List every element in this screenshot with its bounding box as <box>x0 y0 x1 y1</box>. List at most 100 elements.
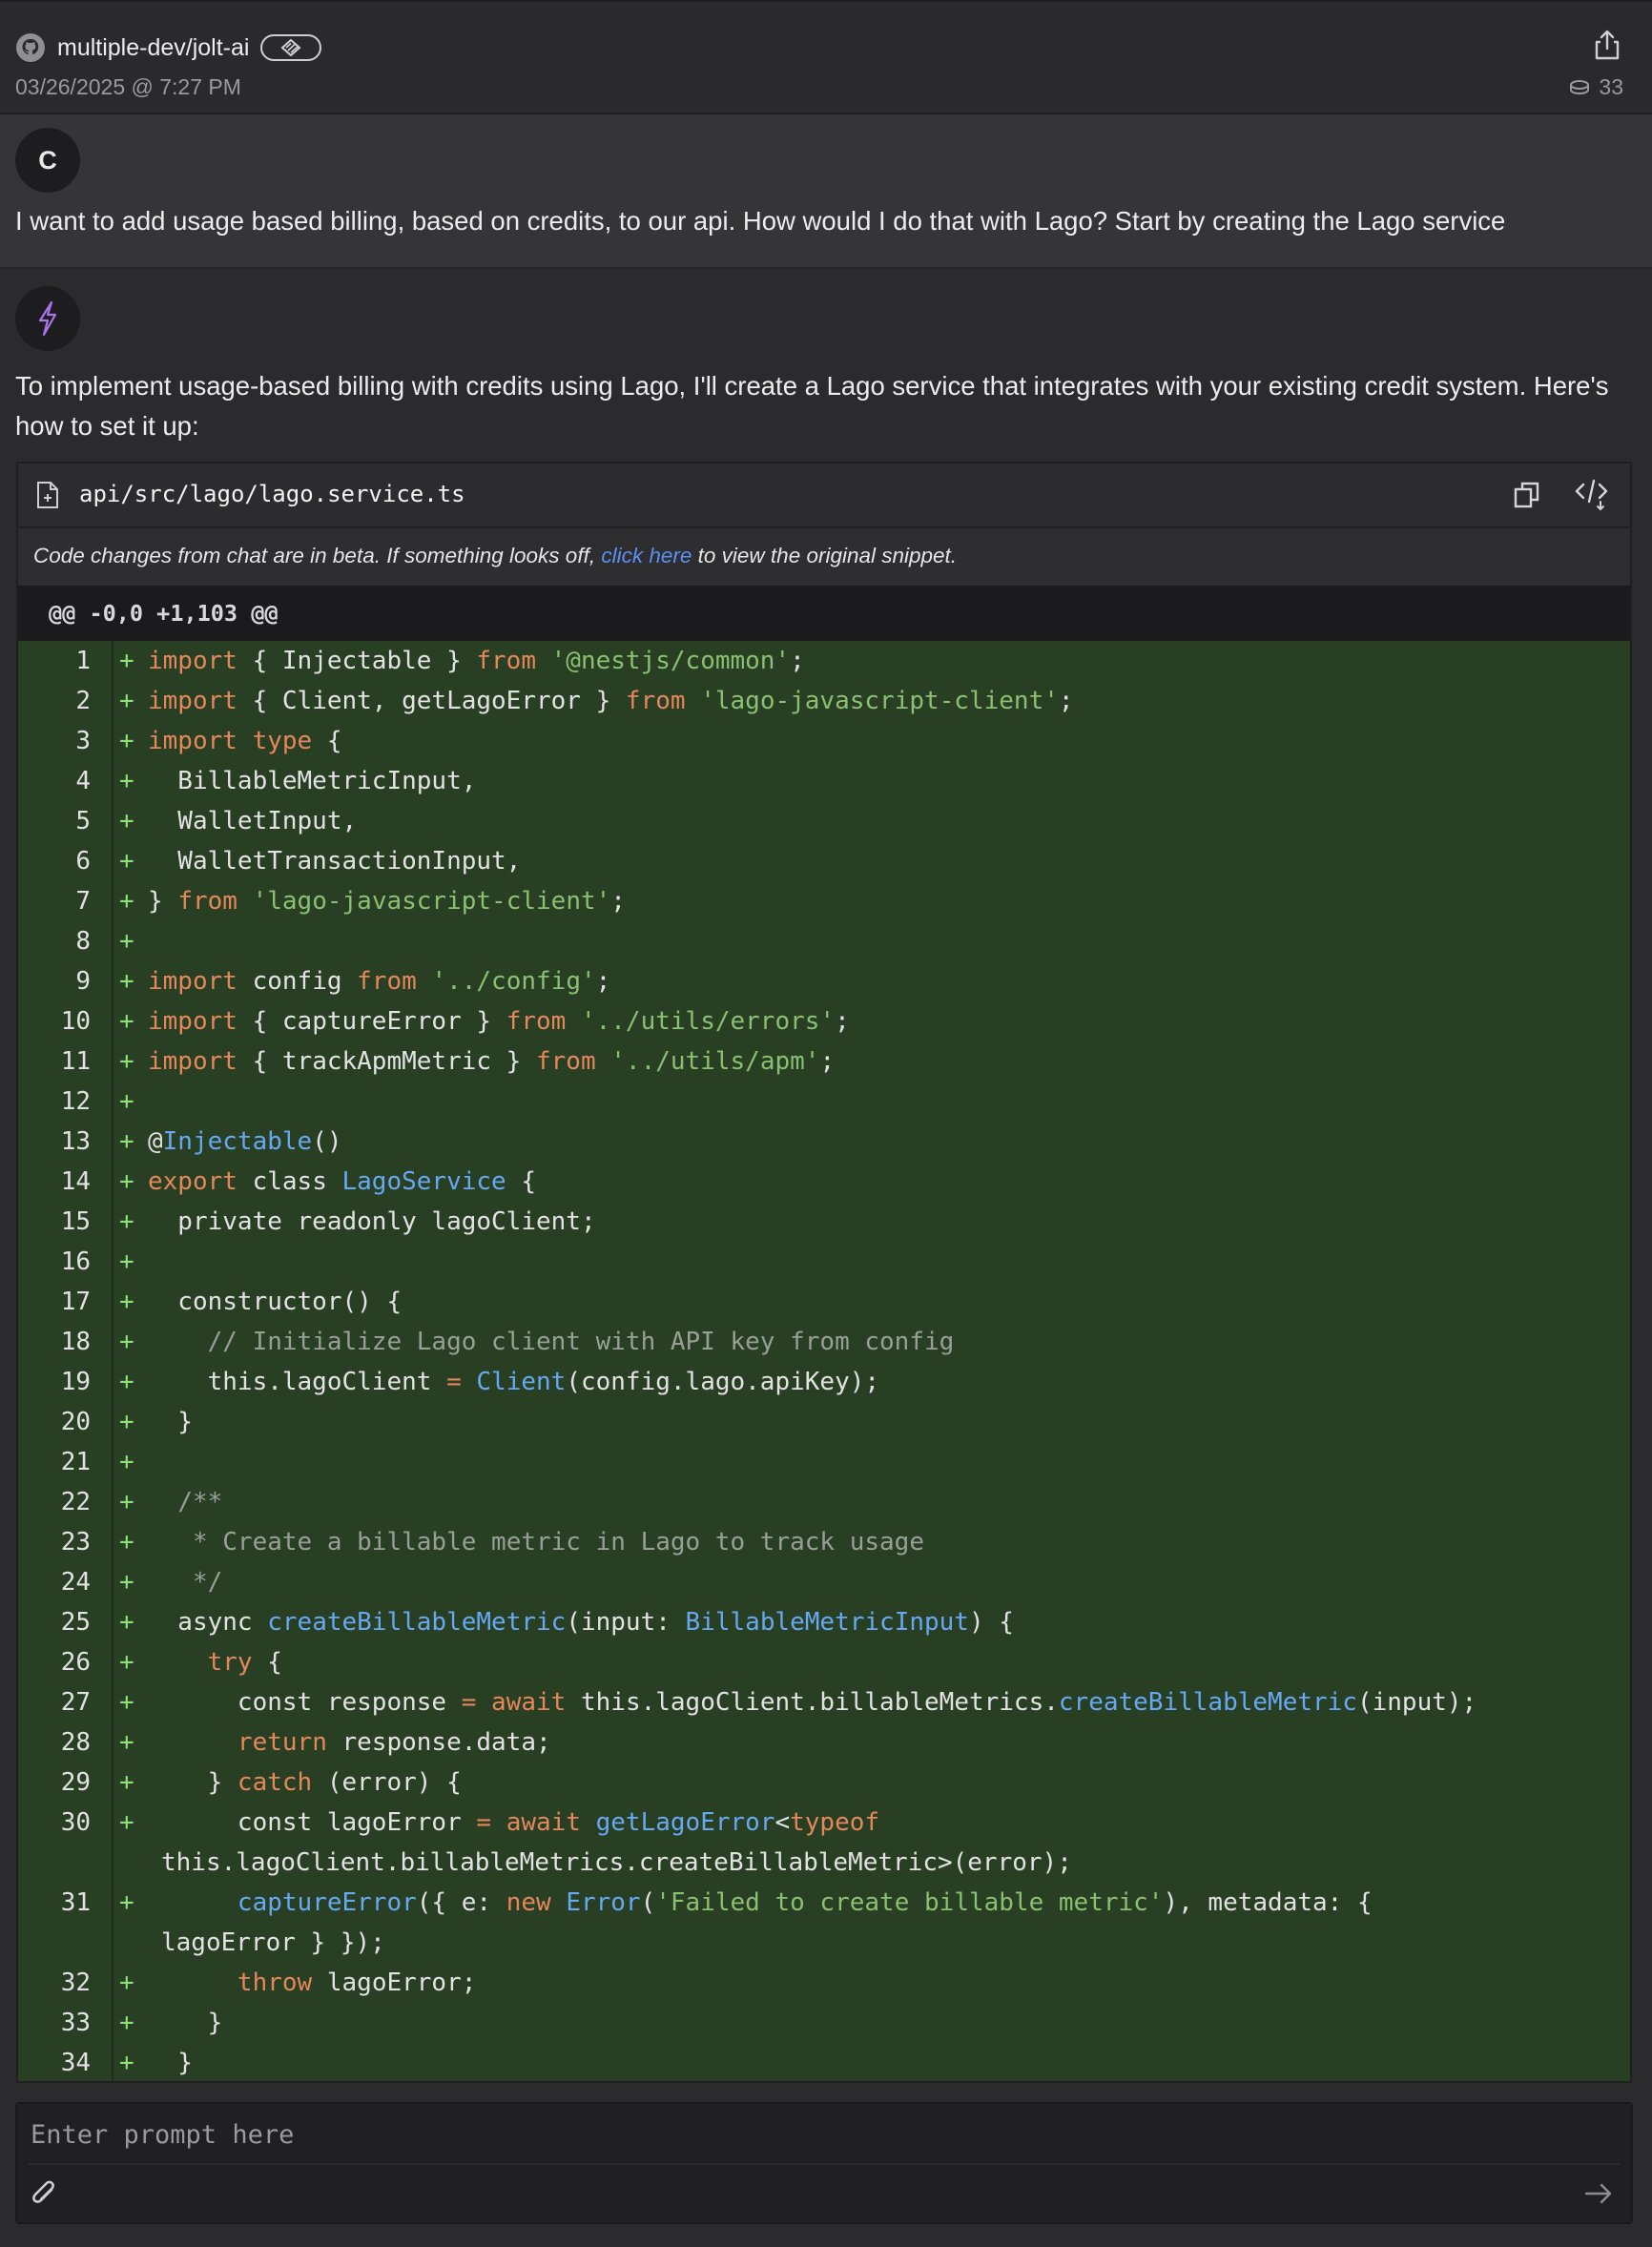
line-number: 13 <box>60 1127 91 1156</box>
diff-plus: + <box>119 2049 134 2077</box>
repo-row: multiple-dev/jolt-ai <box>15 29 322 67</box>
code-line: 11 + import { trackApmMetric } from '../ut… <box>18 1041 1630 1082</box>
diff-plus: + <box>119 1047 134 1076</box>
diff-plus: + <box>119 767 134 795</box>
diff-plus: + <box>119 1888 134 1917</box>
code-line: 5 + WalletInput, <box>18 801 1630 841</box>
line-number: 14 <box>60 1167 91 1196</box>
line-number: 30 <box>60 1808 91 1837</box>
code-line: 12 + <box>18 1082 1630 1122</box>
line-number: 6 <box>75 847 91 876</box>
line-number: 15 <box>60 1207 91 1236</box>
beta-notice: Code changes from chat are in beta. If s… <box>18 528 1630 586</box>
code-line: 1 + import { Injectable } from '@nestjs/co… <box>18 641 1630 681</box>
diff-plus: + <box>119 1448 134 1476</box>
diff-plus: + <box>119 807 134 835</box>
prompt-box <box>15 2102 1633 2224</box>
line-number: 10 <box>60 1007 91 1036</box>
prompt-input[interactable] <box>29 2112 1616 2157</box>
diff-plus: + <box>119 1969 134 1997</box>
diff-plus: + <box>119 687 134 715</box>
line-number: 7 <box>75 887 91 916</box>
user-message-text: I want to add usage based billing, based… <box>15 206 1506 236</box>
code-line: 26 + try { <box>18 1642 1630 1682</box>
code-line: 28 + return response.data; <box>18 1722 1630 1763</box>
view-code-icon[interactable] <box>1575 479 1609 511</box>
diff-plus: + <box>119 1568 134 1597</box>
line-number: 34 <box>60 2049 91 2077</box>
line-number: 1 <box>75 647 91 675</box>
diff-plus: + <box>119 1328 134 1356</box>
beta-notice-suffix: to view the original snippet. <box>697 544 958 567</box>
diff-plus: + <box>119 1007 134 1036</box>
copy-icon[interactable] <box>1514 481 1540 509</box>
diff-plus: + <box>119 2009 134 2037</box>
code-line: 31 + captureError({ e: new Error('Failed … <box>18 1883 1630 1923</box>
code-line: 20 + } <box>18 1402 1630 1442</box>
diff-plus: + <box>119 1648 134 1677</box>
line-number: 28 <box>60 1728 91 1757</box>
diff-plus: + <box>119 927 134 956</box>
code-line: 18 + // Initialize Lago client with API k… <box>18 1322 1630 1362</box>
code-line: 22 + /** <box>18 1482 1630 1522</box>
count-value: 33 <box>1599 74 1623 99</box>
code-line: 27 + const response = await this.lagoClie… <box>18 1682 1630 1722</box>
line-number: 21 <box>60 1448 91 1476</box>
line-number: 18 <box>60 1328 91 1356</box>
lightning-icon <box>38 300 57 337</box>
code-line: 16 + <box>18 1242 1630 1282</box>
diamond-icon <box>280 39 301 56</box>
diff-plus: + <box>119 1368 134 1396</box>
line-number: 26 <box>60 1648 91 1677</box>
diff-plus: + <box>119 647 134 675</box>
line-number: 8 <box>75 927 91 956</box>
original-snippet-link[interactable]: click here <box>601 544 692 567</box>
user-message: C I want to add usage based billing, bas… <box>0 114 1652 269</box>
github-icon <box>16 33 45 62</box>
line-number: 31 <box>60 1888 91 1917</box>
diff-plus: + <box>119 967 134 996</box>
diff-plus: + <box>119 727 134 755</box>
code-line: 7 +} from 'lago-javascript-client'; <box>18 881 1630 921</box>
share-icon[interactable] <box>1593 29 1621 61</box>
file-name: api/src/lago/lago.service.ts <box>79 481 465 507</box>
code-lines: 1 + import { Injectable } from '@nestjs/co… <box>18 641 1630 2081</box>
conversation-timestamp: 03/26/2025 @ 7:27 PM <box>15 74 241 99</box>
code-line: 14 + export class LagoService { <box>18 1162 1630 1202</box>
code-line-wrap: lagoError } }); <box>161 1928 385 1957</box>
diff-plus: + <box>119 1768 134 1797</box>
code-line: 21 + <box>18 1442 1630 1482</box>
line-number: 4 <box>75 767 91 795</box>
send-arrow-icon[interactable] <box>1583 2180 1614 2207</box>
diff-plus: + <box>119 1528 134 1556</box>
diff-plus: + <box>119 1608 134 1637</box>
code-diff-block: api/src/lago/lago.service.ts Code change… <box>16 462 1632 2083</box>
line-number: 20 <box>60 1408 91 1436</box>
paperclip-icon[interactable] <box>31 2178 59 2209</box>
diff-plus: + <box>119 1247 134 1276</box>
code-line: 19 + this.lagoClient = Client(config.lago… <box>18 1362 1630 1402</box>
line-number: 3 <box>75 727 91 755</box>
code-line: 9 + import config from '../config'; <box>18 961 1630 1001</box>
code-line: 24 + */ <box>18 1562 1630 1602</box>
code-line: 2 + import { Client, getLagoError } from '… <box>18 681 1630 721</box>
repo-name[interactable]: multiple-dev/jolt-ai <box>57 34 249 62</box>
diff-plus: + <box>119 1808 134 1837</box>
code-line: 17 + constructor() { <box>18 1282 1630 1322</box>
line-number: 12 <box>60 1087 91 1116</box>
code-line: 6 + WalletTransactionInput, <box>18 841 1630 881</box>
file-icon <box>37 482 58 508</box>
line-number: 11 <box>60 1047 91 1076</box>
code-line: 13 + @Injectable() <box>18 1122 1630 1162</box>
line-number: 5 <box>75 807 91 835</box>
line-number: 19 <box>60 1368 91 1396</box>
code-line: 10 + import { captureError } from '../util… <box>18 1001 1630 1041</box>
gutter-divider <box>112 641 114 2081</box>
line-number: 17 <box>60 1288 91 1316</box>
line-number: 2 <box>75 687 91 715</box>
diff-plus: + <box>119 1207 134 1236</box>
credits-count: 33 <box>1568 74 1623 100</box>
line-number: 24 <box>60 1568 91 1597</box>
diff-hunk-header: @@ -0,0 +1,103 @@ <box>18 586 1630 641</box>
diff-plus: + <box>119 887 134 916</box>
